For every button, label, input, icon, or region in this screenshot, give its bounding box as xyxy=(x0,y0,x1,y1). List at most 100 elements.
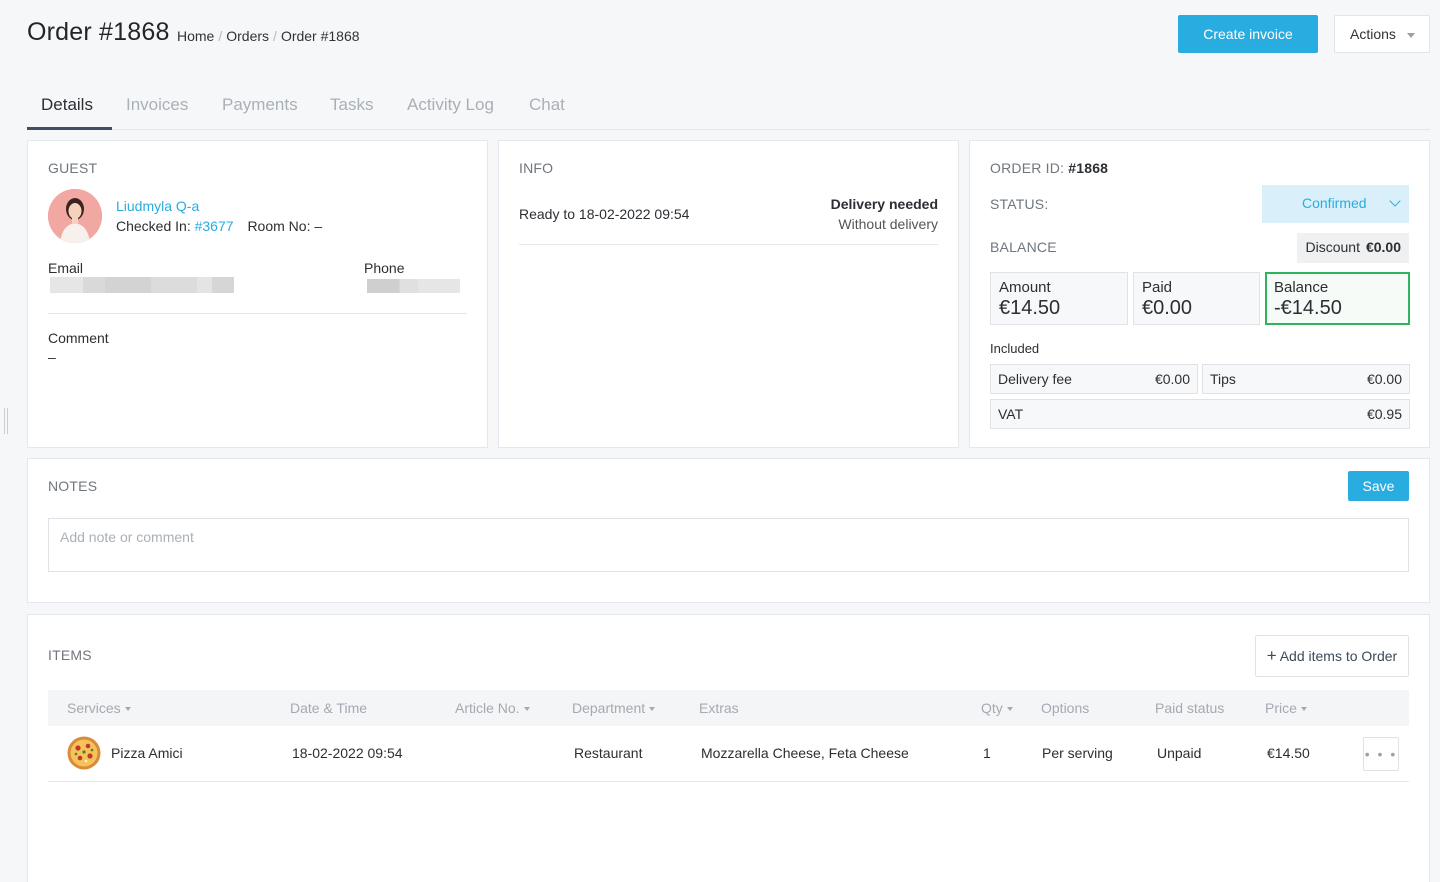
amount-value: €14.50 xyxy=(999,297,1061,319)
column-label: Price xyxy=(1265,700,1297,716)
room-label: Room No: xyxy=(247,218,311,234)
column-services[interactable]: Services xyxy=(67,700,131,716)
divider xyxy=(48,313,467,314)
delivery-fee-value: €0.00 xyxy=(1154,371,1190,387)
cell-price: €14.50 xyxy=(1267,745,1310,761)
guest-section-label: GUEST xyxy=(48,160,98,176)
discount-badge: Discount €0.00 xyxy=(1297,233,1409,263)
column-article[interactable]: Article No. xyxy=(455,700,530,716)
column-paid-status: Paid status xyxy=(1155,700,1224,716)
breadcrumb-separator: / xyxy=(273,28,277,44)
delivery-title: Delivery needed xyxy=(830,196,938,212)
info-section-label: INFO xyxy=(519,160,554,176)
column-label: Extras xyxy=(699,700,739,716)
page-title: Order #1868 xyxy=(27,18,170,46)
balance-value: -€14.50 xyxy=(1274,297,1342,319)
column-label: Services xyxy=(67,700,121,716)
column-label: Options xyxy=(1041,700,1090,716)
row-more-button[interactable]: • • • xyxy=(1363,737,1399,771)
column-datetime: Date & Time xyxy=(290,700,367,716)
column-label: Date & Time xyxy=(290,700,368,716)
paid-label: Paid xyxy=(1142,279,1173,296)
status-value: Confirmed xyxy=(1302,195,1367,211)
avatar-image xyxy=(48,189,102,243)
caret-down-icon xyxy=(124,707,131,712)
order-id-label: ORDER ID: xyxy=(990,160,1065,176)
avatar[interactable] xyxy=(48,189,102,243)
balance-box-label: Balance xyxy=(1274,279,1329,296)
discount-label: Discount xyxy=(1305,239,1360,255)
table-row[interactable]: Pizza Amici 18-02-2022 09:54 Restaurant … xyxy=(48,726,1409,782)
actions-label: Actions xyxy=(1350,26,1396,42)
email-value-redacted xyxy=(50,277,234,293)
add-items-button[interactable]: + Add items to Order xyxy=(1255,635,1409,677)
breadcrumb-orders[interactable]: Orders xyxy=(226,28,269,44)
plus-icon: + xyxy=(1266,646,1277,665)
chevron-down-icon xyxy=(1389,195,1401,207)
cell-service: Pizza Amici xyxy=(111,745,183,761)
caret-down-icon xyxy=(1407,33,1415,38)
phone-label: Phone xyxy=(364,260,405,276)
column-extras: Extras xyxy=(699,700,739,716)
caret-down-icon xyxy=(649,707,656,712)
column-department[interactable]: Department xyxy=(572,700,656,716)
delivery-fee-label: Delivery fee xyxy=(998,371,1072,387)
divider xyxy=(519,244,938,245)
tab-activity-log[interactable]: Activity Log xyxy=(407,86,494,130)
save-button[interactable]: Save xyxy=(1348,471,1409,501)
breadcrumb-home[interactable]: Home xyxy=(177,28,214,44)
cell-qty: 1 xyxy=(983,745,991,761)
column-qty[interactable]: Qty xyxy=(981,700,1013,716)
create-invoice-button[interactable]: Create invoice xyxy=(1178,15,1318,53)
tab-invoices[interactable]: Invoices xyxy=(126,86,188,130)
breadcrumb: Home / Orders / Order #1868 xyxy=(177,28,360,44)
checked-in-line: Checked In: #3677 Room No: – xyxy=(116,218,322,234)
comment-label: Comment xyxy=(48,330,109,346)
comment-value: – xyxy=(48,349,56,365)
resize-handle[interactable] xyxy=(4,408,8,434)
status-select[interactable]: Confirmed xyxy=(1262,185,1409,223)
phone-value-redacted xyxy=(367,279,460,293)
vat-row: VAT €0.95 xyxy=(990,399,1410,429)
note-input[interactable] xyxy=(48,518,1409,572)
status-label: STATUS: xyxy=(990,196,1049,212)
checked-in-link[interactable]: #3677 xyxy=(195,218,234,234)
items-card: ITEMS + Add items to Order Services Date … xyxy=(27,614,1430,882)
column-label: Article No. xyxy=(455,700,520,716)
delivery-fee-row: Delivery fee €0.00 xyxy=(990,364,1198,394)
cell-paid-status: Unpaid xyxy=(1157,745,1202,761)
column-price[interactable]: Price xyxy=(1265,700,1307,716)
items-section-label: ITEMS xyxy=(48,647,92,663)
tab-tasks[interactable]: Tasks xyxy=(330,86,373,130)
cell-options: Per serving xyxy=(1042,745,1113,761)
vat-label: VAT xyxy=(998,406,1024,422)
guest-name-link[interactable]: Liudmyla Q-a xyxy=(116,198,199,214)
cell-extras: Mozzarella Cheese, Feta Cheese xyxy=(701,745,909,761)
checked-in-label: Checked In: xyxy=(116,218,191,234)
paid-box: Paid €0.00 xyxy=(1133,272,1260,325)
tab-bar: Details Invoices Payments Tasks Activity… xyxy=(27,86,1430,130)
info-card: INFO Ready to 18-02-2022 09:54 Delivery … xyxy=(498,140,959,448)
tab-payments[interactable]: Payments xyxy=(222,86,298,130)
guest-card: GUEST Liudmyla Q-a Checked In: #3677 Roo… xyxy=(27,140,488,448)
caret-down-icon xyxy=(1006,707,1013,712)
room-value: – xyxy=(314,218,323,234)
actions-dropdown-button[interactable]: Actions xyxy=(1334,15,1430,53)
discount-value: €0.00 xyxy=(1365,239,1401,255)
column-label: Paid status xyxy=(1155,700,1225,716)
caret-down-icon xyxy=(1300,707,1307,712)
tips-row: Tips €0.00 xyxy=(1202,364,1410,394)
items-table-header: Services Date & Time Article No. Departm… xyxy=(48,690,1409,726)
vat-value: €0.95 xyxy=(1366,406,1402,422)
page-header: Order #1868 Home / Orders / Order #1868 Crea… xyxy=(27,14,1430,54)
paid-value: €0.00 xyxy=(1142,297,1193,319)
add-items-label: Add items to Order xyxy=(1279,648,1398,664)
tips-value: €0.00 xyxy=(1366,371,1402,387)
tab-chat[interactable]: Chat xyxy=(529,86,565,130)
included-label: Included xyxy=(990,341,1040,356)
notes-section-label: NOTES xyxy=(48,478,98,494)
notes-card: NOTES Save xyxy=(27,458,1430,603)
tab-details[interactable]: Details xyxy=(27,86,112,130)
order-card: ORDER ID: #1868 STATUS: Confirmed BALANC… xyxy=(969,140,1430,448)
caret-down-icon xyxy=(523,707,530,712)
